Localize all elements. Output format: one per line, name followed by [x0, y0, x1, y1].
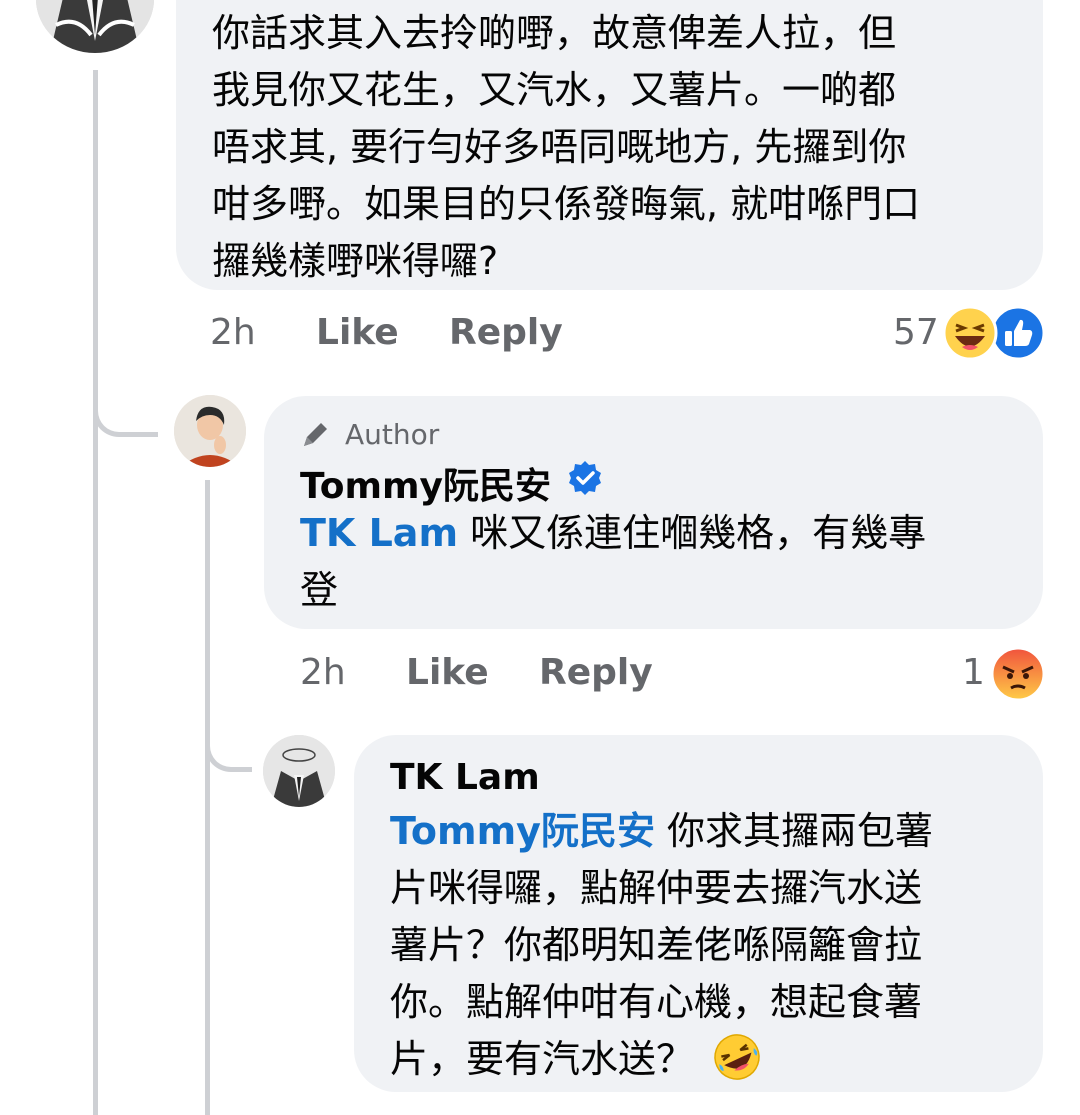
comment-author[interactable]: Tommy阮民安	[300, 457, 551, 509]
avatar[interactable]	[36, 0, 154, 53]
thread-curve-reply-1	[93, 370, 158, 437]
mention-link[interactable]: TK Lam	[300, 511, 458, 555]
reaction-count[interactable]: 1	[962, 652, 985, 693]
avatar[interactable]	[263, 735, 335, 807]
haha-emoji-icon[interactable]	[942, 305, 998, 361]
angry-emoji-icon[interactable]	[990, 646, 1046, 702]
comment-author[interactable]: TK Lam	[390, 757, 540, 798]
comment-text: Tommy阮民安 你求其攞兩包薯 片咪得囉，點解仲要去攞汽水送 薯片？你都明知差…	[390, 803, 1020, 1088]
comment-time[interactable]: 2h	[300, 652, 346, 693]
reply-button[interactable]: Reply	[539, 652, 653, 693]
person-portrait-icon	[174, 395, 246, 467]
verified-badge-icon	[569, 461, 601, 495]
mention-link[interactable]: Tommy阮民安	[390, 809, 655, 853]
rofl-emoji-icon	[714, 1034, 760, 1080]
thread-curve-reply-2	[205, 700, 252, 772]
comment-text: TK Lam 咪又係連住嗰幾格，有幾專 登	[300, 511, 927, 612]
suit-figure-icon	[36, 0, 154, 53]
reaction-count[interactable]: 57	[893, 312, 939, 353]
comment-text: 你話求其入去拎啲嘢，故意俾差人拉，但 我見你又花生，又汽水，又薯片。一啲都 唔求…	[212, 11, 921, 283]
like-emoji-icon[interactable]	[990, 305, 1046, 361]
like-button[interactable]: Like	[406, 652, 489, 693]
avatar[interactable]	[174, 395, 246, 467]
thread-line-sub	[205, 480, 210, 1115]
pen-icon	[304, 423, 327, 446]
suit-figure-icon	[263, 735, 335, 807]
like-button[interactable]: Like	[316, 312, 399, 353]
reply-button[interactable]: Reply	[449, 312, 563, 353]
author-badge: Author	[345, 418, 440, 451]
comment-time[interactable]: 2h	[210, 312, 256, 353]
thread-line-main	[93, 70, 98, 1115]
